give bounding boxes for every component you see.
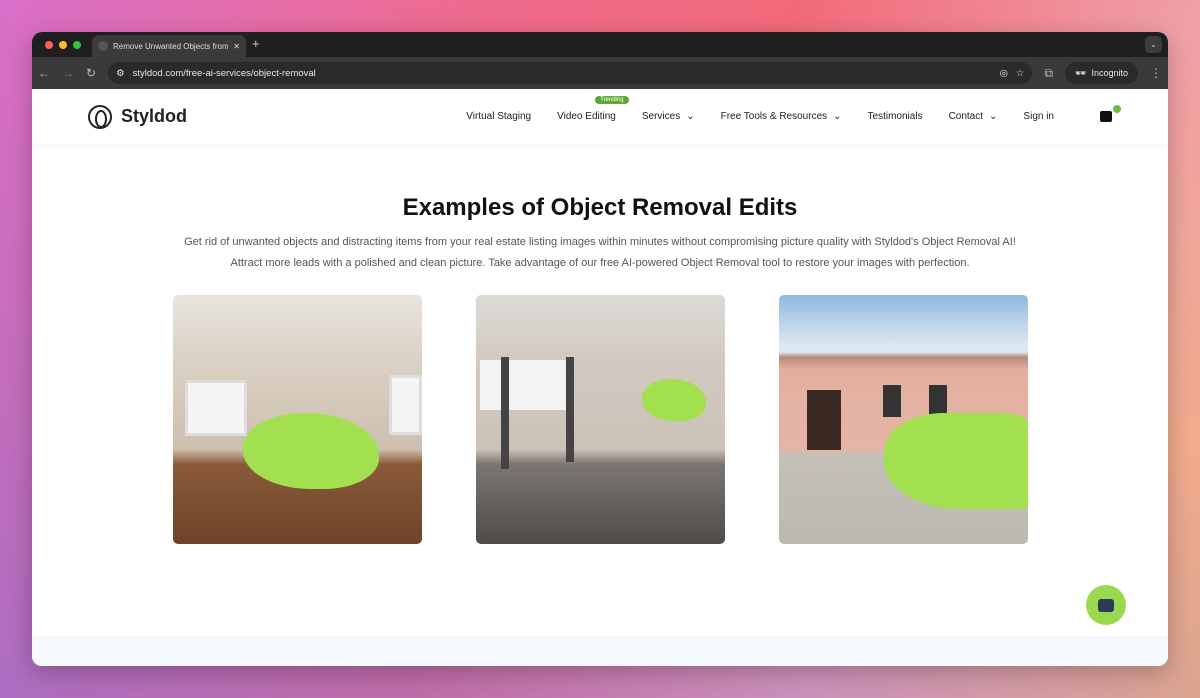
- reload-icon[interactable]: ↻: [86, 66, 96, 80]
- logo-icon: [88, 104, 112, 129]
- address-bar[interactable]: ⚙ styldod.com/free-ai-services/object-rem…: [108, 62, 1033, 84]
- nav-free-tools[interactable]: Free Tools & Resources ⌄: [721, 111, 842, 122]
- trending-badge: Trending: [595, 96, 629, 104]
- minimize-window-button[interactable]: [59, 41, 67, 49]
- description-line: Get rid of unwanted objects and distract…: [184, 236, 1016, 248]
- cart-count-badge: [1113, 105, 1121, 113]
- maximize-window-button[interactable]: [73, 41, 81, 49]
- tab-search-button[interactable]: ⌄: [1145, 36, 1162, 53]
- chevron-down-icon: ⌄: [686, 111, 695, 122]
- favicon-icon: [98, 41, 108, 51]
- example-image-living-room: [475, 295, 725, 544]
- example-image-house-exterior: [778, 295, 1028, 544]
- incognito-button[interactable]: 🕶 Incognito: [1065, 62, 1138, 84]
- nav-contact[interactable]: Contact ⌄: [949, 111, 998, 122]
- nav-virtual-staging[interactable]: Virtual Staging: [466, 111, 531, 122]
- forward-icon[interactable]: →: [62, 66, 74, 80]
- chat-bubble-icon: [1098, 598, 1114, 612]
- cart-icon[interactable]: [1100, 105, 1121, 122]
- nav-testimonials[interactable]: Testimonials: [868, 111, 923, 122]
- star-icon[interactable]: ☆: [1016, 68, 1025, 79]
- nav-video-editing[interactable]: Trending Video Editing: [557, 96, 629, 122]
- close-window-button[interactable]: [45, 41, 53, 49]
- footer-strip: [32, 636, 1168, 666]
- logo[interactable]: Styldod: [88, 104, 187, 129]
- chevron-down-icon: ⌄: [833, 111, 842, 122]
- extensions-icon[interactable]: ⧉: [1044, 66, 1053, 81]
- eye-off-icon[interactable]: ◎: [1000, 68, 1008, 79]
- chevron-down-icon: ⌄: [989, 111, 998, 122]
- example-image-bedroom: [172, 295, 422, 544]
- new-tab-button[interactable]: +: [252, 36, 260, 51]
- nav-sign-in[interactable]: Sign in: [1023, 111, 1054, 122]
- close-tab-icon[interactable]: ✕: [233, 42, 240, 51]
- nav-services[interactable]: Services ⌄: [642, 111, 695, 122]
- chat-button[interactable]: [1086, 585, 1126, 625]
- browser-tab[interactable]: Remove Unwanted Objects from ✕: [92, 35, 246, 57]
- section-title: Examples of Object Removal Edits: [402, 194, 798, 221]
- menu-icon[interactable]: ⋮: [1150, 66, 1162, 80]
- back-icon[interactable]: ←: [38, 66, 50, 80]
- site-settings-icon[interactable]: ⚙: [116, 68, 125, 79]
- incognito-icon: 🕶: [1075, 67, 1087, 78]
- browser-window: Remove Unwanted Objects from ✕ + ⌄ ← → ↻ …: [32, 32, 1168, 666]
- description-line: Attract more leads with a polished and c…: [230, 257, 970, 269]
